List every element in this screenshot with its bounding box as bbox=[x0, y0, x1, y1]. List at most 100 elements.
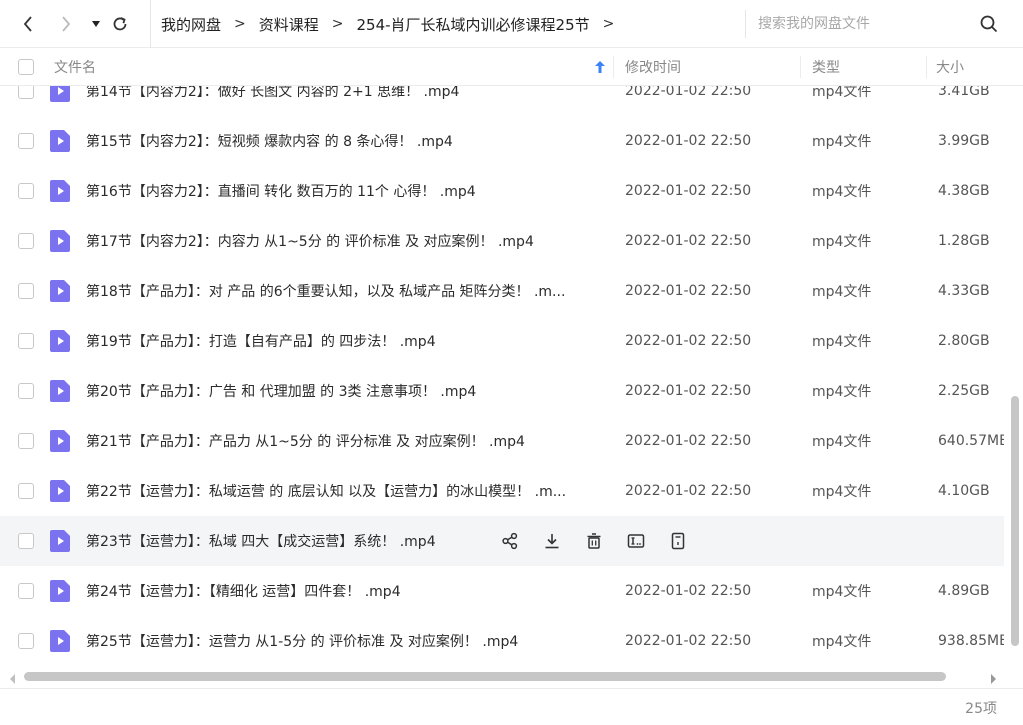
video-file-icon bbox=[50, 530, 70, 552]
row-actions bbox=[498, 529, 708, 553]
file-name-text: 第17节【内容力2】：内容力 从1~5分 的 评价标准 及 对应案例！ .mp4 bbox=[86, 234, 534, 250]
row-checkbox[interactable] bbox=[18, 283, 34, 299]
sort-ascending-icon[interactable] bbox=[594, 48, 606, 86]
file-name-text: 第19节【产品力】：打造【自有产品】的 四步法！ .mp4 bbox=[86, 334, 436, 350]
column-size[interactable]: 大小 bbox=[936, 48, 964, 86]
file-size: 4.89GB bbox=[938, 583, 990, 599]
column-divider[interactable] bbox=[613, 56, 614, 78]
file-row[interactable]: 第16节【内容力2】：直播间 转化 数百万的 11个 心得！ .mp4 2022-… bbox=[0, 166, 1004, 216]
file-size: 3.99GB bbox=[938, 133, 990, 149]
column-divider[interactable] bbox=[800, 56, 801, 78]
video-file-icon bbox=[50, 430, 70, 452]
file-row[interactable]: 第21节【产品力】：产品力 从1~5分 的 评分标准 及 对应案例！ .mp4 2… bbox=[0, 416, 1004, 466]
file-size: 640.57MB bbox=[938, 433, 1004, 449]
video-file-icon bbox=[50, 330, 70, 352]
rename-icon[interactable] bbox=[624, 529, 648, 553]
more-icon[interactable] bbox=[666, 529, 690, 553]
file-name[interactable]: 第18节【产品力】：对 产品 的6个重要认知，以及 私域产品 矩阵分类！ .m.… bbox=[86, 266, 606, 316]
horizontal-scrollbar[interactable] bbox=[0, 666, 1008, 686]
breadcrumb-root[interactable]: 我的网盘 bbox=[161, 14, 221, 35]
file-mtime: 2022-01-02 22:50 bbox=[625, 183, 752, 199]
file-mtime: 2022-01-02 22:50 bbox=[625, 633, 752, 649]
file-mtime: 2022-01-02 22:50 bbox=[625, 333, 752, 349]
file-type: mp4文件 bbox=[812, 434, 872, 450]
file-row[interactable]: 第20节【产品力】：广告 和 代理加盟 的 3类 注意事项！ .mp4 2022-… bbox=[0, 366, 1004, 416]
row-checkbox[interactable] bbox=[18, 183, 34, 199]
file-name[interactable]: 第25节【运营力】：运营力 从1-5分 的 评价标准 及 对应案例！ .mp4 bbox=[86, 616, 606, 666]
file-name-text: 第23节【运营力】：私域 四大【成交运营】系统！ .mp4 bbox=[86, 534, 436, 550]
vertical-scrollbar[interactable] bbox=[1008, 86, 1023, 666]
download-icon[interactable] bbox=[540, 529, 564, 553]
file-row[interactable]: 第18节【产品力】：对 产品 的6个重要认知，以及 私域产品 矩阵分类！ .m.… bbox=[0, 266, 1004, 316]
file-name-text: 第18节【产品力】：对 产品 的6个重要认知，以及 私域产品 矩阵分类！ .m.… bbox=[86, 284, 566, 300]
row-checkbox[interactable] bbox=[18, 483, 34, 499]
file-name-text: 第24节【运营力】：【精细化 运营】四件套！ .mp4 bbox=[86, 584, 401, 600]
file-name-text: 第20节【产品力】：广告 和 代理加盟 的 3类 注意事项！ .mp4 bbox=[86, 384, 477, 400]
breadcrumb-courses[interactable]: 资料课程 bbox=[259, 14, 319, 35]
file-name-text: 第22节【运营力】：私域运营 的 底层认知 以及【运营力】的冰山模型！ .m..… bbox=[86, 484, 567, 500]
file-name-text: 第15节【内容力2】：短视频 爆款内容 的 8 条心得！ .mp4 bbox=[86, 134, 453, 150]
horizontal-scrollbar-thumb[interactable] bbox=[24, 672, 946, 681]
delete-icon[interactable] bbox=[582, 529, 606, 553]
file-row[interactable]: 第15节【内容力2】：短视频 爆款内容 的 8 条心得！ .mp4 2022-01… bbox=[0, 116, 1004, 166]
file-type: mp4文件 bbox=[812, 334, 872, 350]
file-name[interactable]: 第23节【运营力】：私域 四大【成交运营】系统！ .mp4 bbox=[86, 516, 486, 566]
column-type[interactable]: 类型 bbox=[812, 48, 840, 86]
file-name[interactable]: 第24节【运营力】：【精细化 运营】四件套！ .mp4 bbox=[86, 566, 606, 616]
file-name[interactable]: 第22节【运营力】：私域运营 的 底层认知 以及【运营力】的冰山模型！ .m..… bbox=[86, 466, 606, 516]
video-file-icon bbox=[50, 230, 70, 252]
file-type: mp4文件 bbox=[812, 134, 872, 150]
scroll-left-icon[interactable] bbox=[8, 670, 18, 684]
file-name-text: 第25节【运营力】：运营力 从1-5分 的 评价标准 及 对应案例！ .mp4 bbox=[86, 634, 519, 650]
row-checkbox[interactable] bbox=[18, 533, 34, 549]
file-name[interactable]: 第21节【产品力】：产品力 从1~5分 的 评分标准 及 对应案例！ .mp4 bbox=[86, 416, 606, 466]
file-mtime: 2022-01-02 22:50 bbox=[625, 583, 752, 599]
breadcrumb-expand[interactable]: > bbox=[603, 16, 615, 32]
file-name[interactable]: 第16节【内容力2】：直播间 转化 数百万的 11个 心得！ .mp4 bbox=[86, 166, 606, 216]
file-name-text: 第21节【产品力】：产品力 从1~5分 的 评分标准 及 对应案例！ .mp4 bbox=[86, 434, 525, 450]
file-type: mp4文件 bbox=[812, 234, 872, 250]
file-mtime: 2022-01-02 22:50 bbox=[625, 483, 752, 499]
file-name[interactable]: 第19节【产品力】：打造【自有产品】的 四步法！ .mp4 bbox=[86, 316, 606, 366]
file-name[interactable]: 第20节【产品力】：广告 和 代理加盟 的 3类 注意事项！ .mp4 bbox=[86, 366, 606, 416]
vertical-scrollbar-thumb[interactable] bbox=[1011, 396, 1019, 646]
search-box bbox=[745, 10, 1015, 38]
scroll-right-icon[interactable] bbox=[988, 670, 998, 684]
file-row[interactable]: 第25节【运营力】：运营力 从1-5分 的 评价标准 及 对应案例！ .mp4 2… bbox=[0, 616, 1004, 666]
file-type: mp4文件 bbox=[812, 634, 872, 650]
file-row[interactable]: 第19节【产品力】：打造【自有产品】的 四步法！ .mp4 2022-01-02 … bbox=[0, 316, 1004, 366]
forward-icon[interactable] bbox=[56, 12, 76, 36]
refresh-icon[interactable] bbox=[110, 12, 130, 36]
row-checkbox[interactable] bbox=[18, 633, 34, 649]
breadcrumb-current-folder[interactable]: 254-肖厂长私域内训必修课程25节 bbox=[357, 14, 590, 35]
breadcrumb-separator: > bbox=[234, 16, 246, 32]
caret-down-icon[interactable] bbox=[86, 12, 106, 36]
search-icon[interactable] bbox=[978, 13, 1000, 35]
column-name[interactable]: 文件名 bbox=[54, 48, 96, 86]
search-input[interactable] bbox=[758, 12, 968, 36]
row-checkbox[interactable] bbox=[18, 433, 34, 449]
file-row[interactable]: 第23节【运营力】：私域 四大【成交运营】系统！ .mp4 bbox=[0, 516, 1004, 566]
select-all-checkbox[interactable] bbox=[18, 59, 34, 75]
file-type: mp4文件 bbox=[812, 184, 872, 200]
file-name-text: 第16节【内容力2】：直播间 转化 数百万的 11个 心得！ .mp4 bbox=[86, 184, 476, 200]
column-divider[interactable] bbox=[926, 56, 927, 78]
row-checkbox[interactable] bbox=[18, 233, 34, 249]
file-row[interactable]: 第24节【运营力】：【精细化 运营】四件套！ .mp4 2022-01-02 22… bbox=[0, 566, 1004, 616]
file-row[interactable]: 第22节【运营力】：私域运营 的 底层认知 以及【运营力】的冰山模型！ .m..… bbox=[0, 466, 1004, 516]
file-name[interactable]: 第15节【内容力2】：短视频 爆款内容 的 8 条心得！ .mp4 bbox=[86, 116, 606, 166]
row-checkbox[interactable] bbox=[18, 333, 34, 349]
video-file-icon bbox=[50, 380, 70, 402]
video-file-icon bbox=[50, 580, 70, 602]
file-row[interactable]: 第17节【内容力2】：内容力 从1~5分 的 评价标准 及 对应案例！ .mp4… bbox=[0, 216, 1004, 266]
file-size: 4.33GB bbox=[938, 283, 990, 299]
row-checkbox[interactable] bbox=[18, 133, 34, 149]
column-mtime[interactable]: 修改时间 bbox=[625, 48, 681, 86]
file-name[interactable]: 第17节【内容力2】：内容力 从1~5分 的 评价标准 及 对应案例！ .mp4 bbox=[86, 216, 606, 266]
back-icon[interactable] bbox=[18, 12, 38, 36]
row-checkbox[interactable] bbox=[18, 383, 34, 399]
share-icon[interactable] bbox=[498, 529, 522, 553]
video-file-icon bbox=[50, 280, 70, 302]
row-checkbox[interactable] bbox=[18, 583, 34, 599]
status-bar: 25项 bbox=[0, 688, 1023, 725]
